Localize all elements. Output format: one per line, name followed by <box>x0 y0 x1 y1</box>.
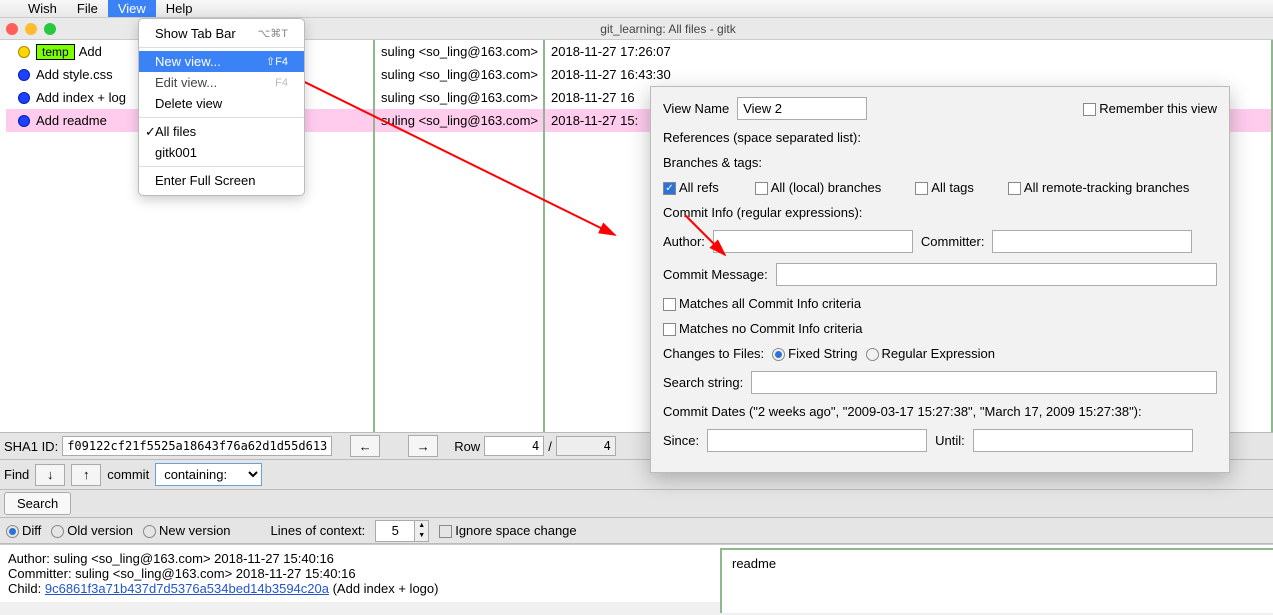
menu-file[interactable]: File <box>67 0 108 17</box>
close-icon[interactable] <box>6 23 18 35</box>
since-label: Since: <box>663 433 699 448</box>
commit-dates-header: Commit Dates ("2 weeks ago", "2009-03-17… <box>663 404 1142 419</box>
remember-view-checkbox[interactable]: Remember this view <box>1083 101 1217 116</box>
commit-dot-icon <box>18 115 30 127</box>
menu-new-view[interactable]: New view...⇧F4 <box>139 51 304 72</box>
all-remote-tracking-checkbox[interactable]: All remote-tracking branches <box>1008 180 1189 195</box>
zoom-icon[interactable] <box>44 23 56 35</box>
lines-of-context-stepper[interactable]: ▲▼ <box>375 520 429 542</box>
row-current-input[interactable] <box>484 436 544 456</box>
commit-message-input[interactable] <box>776 263 1217 286</box>
menu-show-tab-bar[interactable]: Show Tab Bar⌥⌘T <box>139 23 304 44</box>
find-prev-button[interactable]: ↑ <box>71 464 101 486</box>
menu-app[interactable]: Wish <box>18 0 67 17</box>
file-list-panel[interactable]: readme <box>720 548 1273 613</box>
new-view-dialog: View Name Remember this view References … <box>650 86 1230 473</box>
menu-help[interactable]: Help <box>156 0 203 17</box>
menu-edit-view[interactable]: Edit view...F4 <box>139 72 304 93</box>
sha-input[interactable] <box>62 436 332 456</box>
commit-message-label: Commit Message: <box>663 267 768 282</box>
row-total-input <box>556 436 616 456</box>
regex-radio[interactable]: Regular Expression <box>866 346 995 361</box>
author-pane[interactable]: suling <so_ling@163.com> suling <so_ling… <box>375 40 545 432</box>
search-button[interactable]: Search <box>4 492 71 515</box>
author-filter-input[interactable] <box>713 230 913 253</box>
author-cell: suling <so_ling@163.com> <box>375 63 543 86</box>
view-name-input[interactable] <box>737 97 867 120</box>
matches-none-checkbox[interactable]: Matches no Commit Info criteria <box>663 321 863 336</box>
fixed-string-radio[interactable]: Fixed String <box>772 346 857 361</box>
branches-tags-label: Branches & tags: <box>663 155 762 170</box>
author-filter-label: Author: <box>663 234 705 249</box>
matches-all-checkbox[interactable]: Matches all Commit Info criteria <box>663 296 861 311</box>
search-bar: Search <box>0 490 1273 518</box>
search-string-label: Search string: <box>663 375 743 390</box>
menu-view[interactable]: View <box>108 0 156 17</box>
menu-enter-fullscreen[interactable]: Enter Full Screen <box>139 170 304 191</box>
find-label: Find <box>4 467 29 482</box>
since-input[interactable] <box>707 429 927 452</box>
menu-all-files[interactable]: All files <box>139 121 304 142</box>
child-sha-link[interactable]: 9c6861f3a71b437d7d5376a534bed14b3594c20a <box>45 581 329 596</box>
until-input[interactable] <box>973 429 1193 452</box>
sha-label: SHA1 ID: <box>4 439 58 454</box>
commit-dot-icon <box>18 92 30 104</box>
nav-forward-button[interactable]: → <box>408 435 438 457</box>
row-label: Row <box>454 439 480 454</box>
author-cell: suling <so_ling@163.com> <box>375 40 543 63</box>
old-version-radio[interactable]: Old version <box>51 523 133 538</box>
commit-info-header: Commit Info (regular expressions): <box>663 205 862 220</box>
date-cell: 2018-11-27 16:43:30 <box>545 63 1271 86</box>
diff-radio[interactable]: Diff <box>6 523 41 538</box>
commit-dot-icon <box>18 46 30 58</box>
author-cell: suling <so_ling@163.com> <box>375 109 543 132</box>
menu-gitk001[interactable]: gitk001 <box>139 142 304 163</box>
ignore-space-checkbox[interactable]: Ignore space change <box>439 523 576 538</box>
view-menu-dropdown: Show Tab Bar⌥⌘T New view...⇧F4 Edit view… <box>138 18 305 196</box>
find-how-select[interactable]: containing: <box>155 463 262 486</box>
diff-options-bar: Diff Old version New version Lines of co… <box>0 518 1273 544</box>
nav-back-button[interactable]: ← <box>350 435 380 457</box>
menu-delete-view[interactable]: Delete view <box>139 93 304 114</box>
references-header: References (space separated list): <box>663 130 861 145</box>
minimize-icon[interactable] <box>25 23 37 35</box>
committer-filter-input[interactable] <box>992 230 1192 253</box>
view-name-label: View Name <box>663 101 729 116</box>
lines-of-context-label: Lines of context: <box>271 523 366 538</box>
new-version-radio[interactable]: New version <box>143 523 231 538</box>
committer-filter-label: Committer: <box>921 234 985 249</box>
all-refs-checkbox[interactable]: All refs <box>663 180 719 195</box>
find-next-button[interactable]: ↓ <box>35 464 65 486</box>
commit-dot-icon <box>18 69 30 81</box>
date-cell: 2018-11-27 17:26:07 <box>545 40 1271 63</box>
find-mode: commit <box>107 467 149 482</box>
all-tags-checkbox[interactable]: All tags <box>915 180 974 195</box>
file-item[interactable]: readme <box>732 556 1263 571</box>
branch-tag[interactable]: temp <box>36 44 75 60</box>
changes-to-files-label: Changes to Files: <box>663 346 764 361</box>
mac-menubar: Wish File View Help <box>0 0 1273 18</box>
author-cell: suling <so_ling@163.com> <box>375 86 543 109</box>
all-local-branches-checkbox[interactable]: All (local) branches <box>755 180 882 195</box>
until-label: Until: <box>935 433 965 448</box>
search-string-input[interactable] <box>751 371 1217 394</box>
